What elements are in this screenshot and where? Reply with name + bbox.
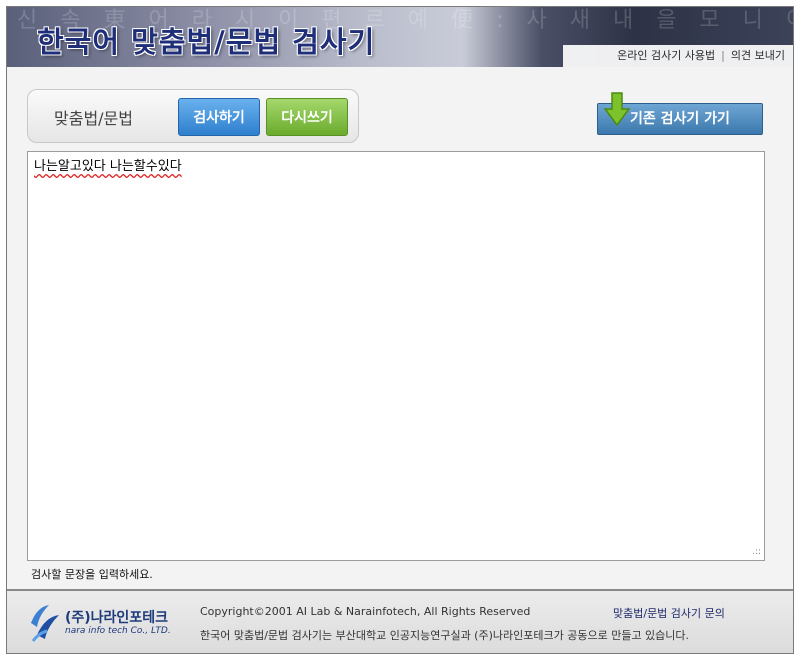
- nara-logo-icon: [31, 605, 59, 642]
- link-separator: |: [721, 49, 725, 62]
- input-hint: 검사할 문장을 입력하세요.: [31, 568, 153, 581]
- company-name: (주)나라인포테크: [65, 610, 168, 626]
- down-arrow-icon: [603, 92, 631, 127]
- input-text: 나는알고있다 나는할수있다: [34, 159, 182, 174]
- header-links: 온라인 검사기 사용법 | 의견 보내기: [563, 45, 793, 67]
- toolbar-group: 맞춤법/문법 검사하기 다시쓰기: [27, 89, 359, 143]
- resize-grip[interactable]: .::: [751, 547, 761, 557]
- inquiry-link[interactable]: 맞춤법/문법 검사기 문의: [613, 605, 725, 621]
- header-banner: 신 속 東 어 라 시 이 편 르 예 便 : 사 새 내 을 모 니 이 文 …: [7, 7, 793, 67]
- footer: (주)나라인포테크 nara info tech Co., LTD. Copyr…: [7, 591, 793, 653]
- credit-text: 한국어 맞춤법/문법 검사기는 부산대학교 인공지능연구실과 (주)나라인포테크…: [200, 629, 690, 642]
- app-frame: 신 속 東 어 라 시 이 편 르 예 便 : 사 새 내 을 모 니 이 文 …: [6, 6, 794, 654]
- copyright-text: Copyright©2001 AI Lab & Narainfotech, Al…: [200, 605, 531, 618]
- check-button[interactable]: 검사하기: [178, 98, 260, 136]
- usage-guide-link[interactable]: 온라인 검사기 사용법: [617, 49, 715, 62]
- send-feedback-link[interactable]: 의견 보내기: [731, 49, 785, 62]
- mode-label: 맞춤법/문법: [54, 109, 133, 128]
- page-title: 한국어 맞춤법/문법 검사기: [37, 25, 376, 59]
- reset-button[interactable]: 다시쓰기: [266, 98, 348, 136]
- company-name-en: nara info tech Co., LTD.: [65, 626, 171, 636]
- sentence-input[interactable]: 나는알고있다 나는할수있다 .::: [27, 151, 765, 561]
